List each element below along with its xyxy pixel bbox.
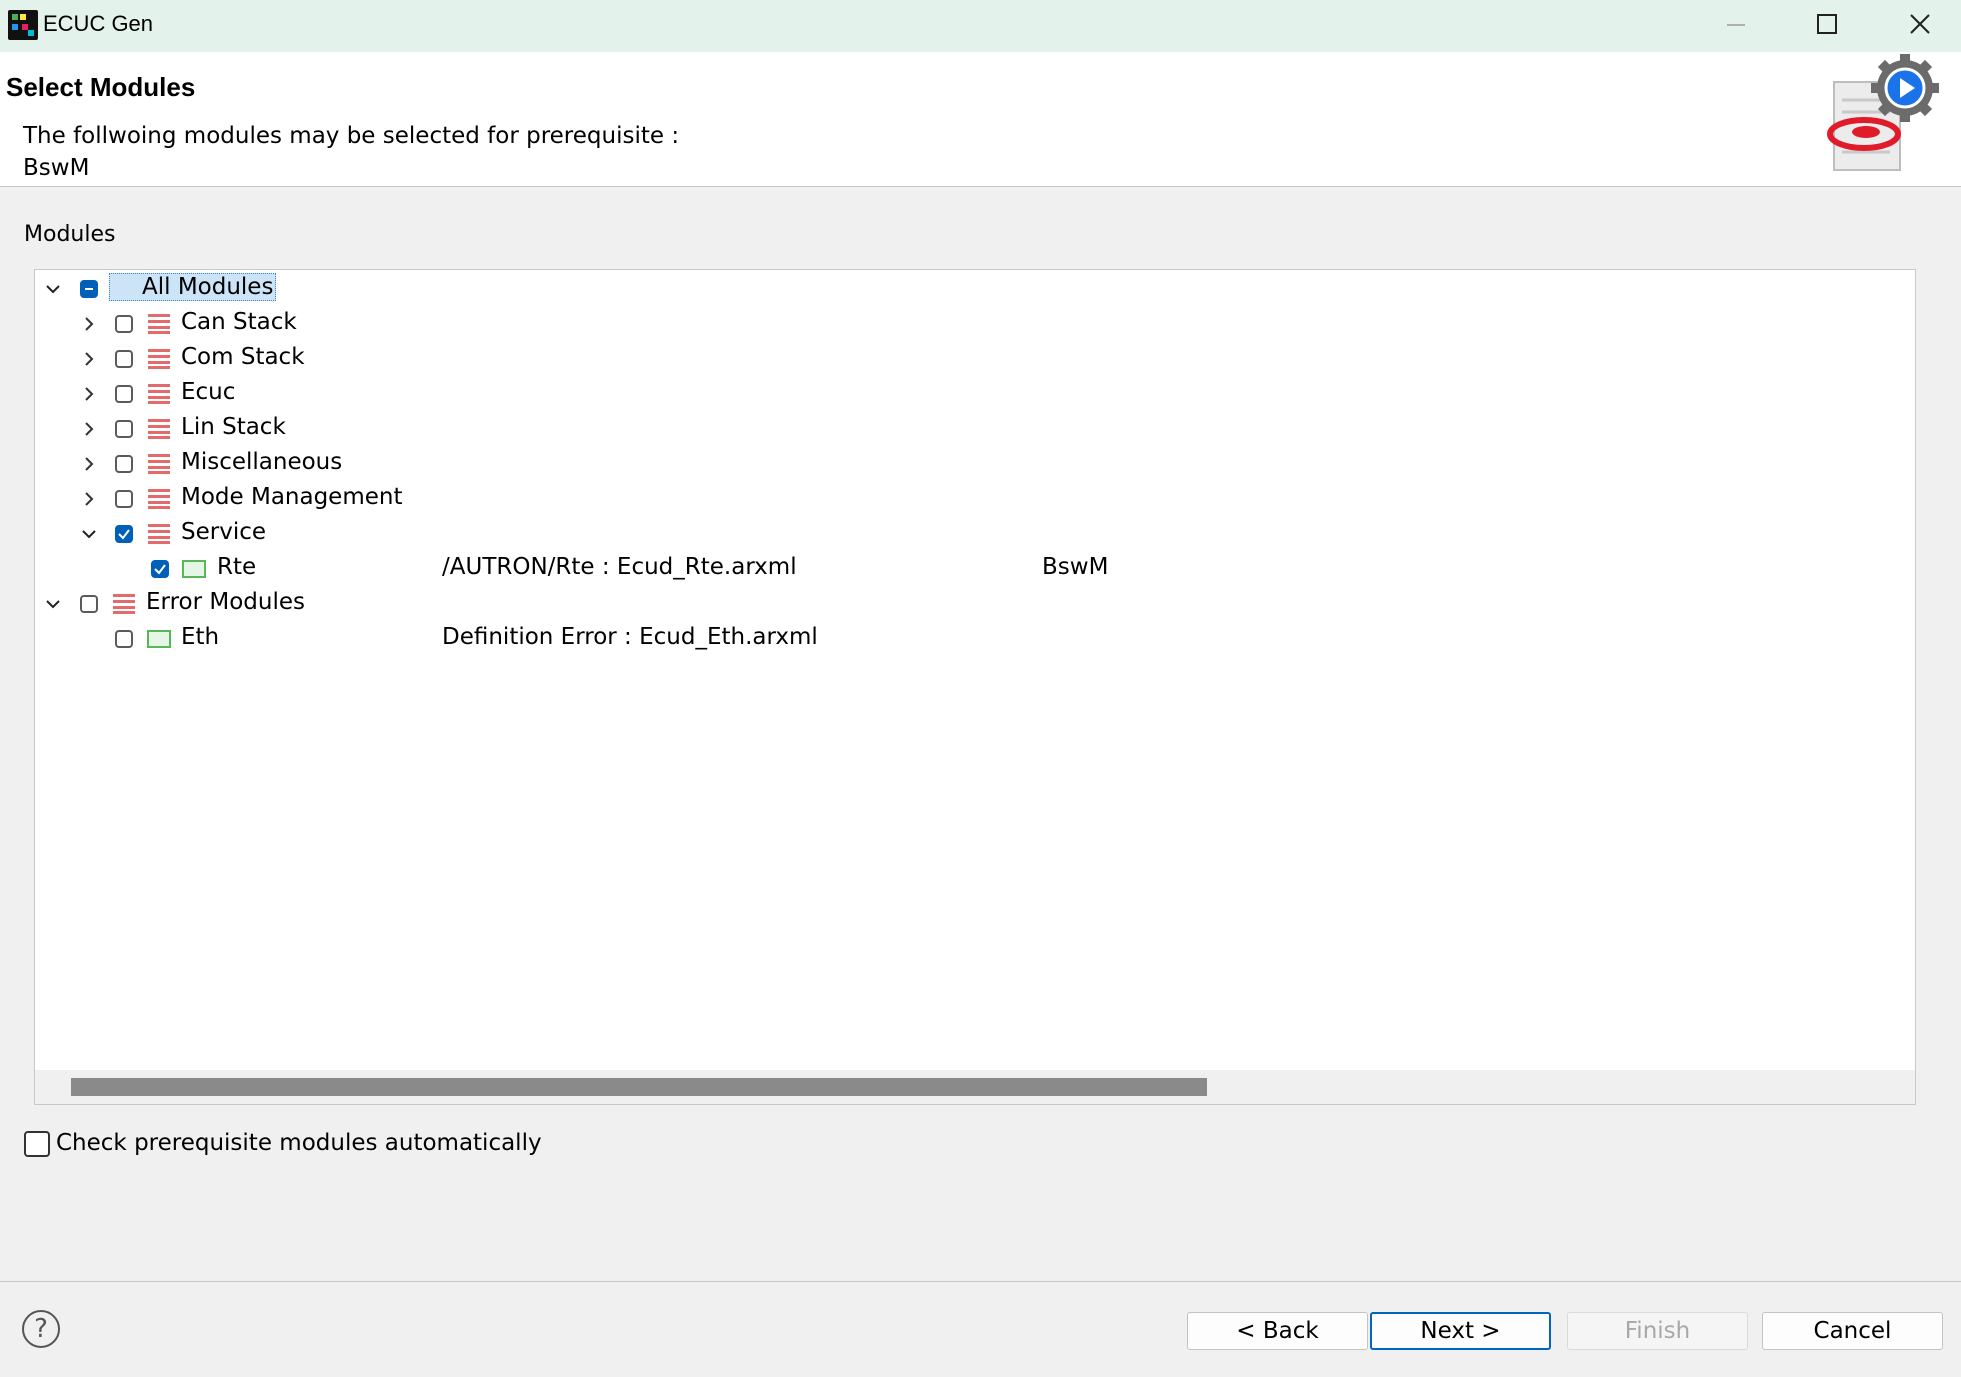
close-icon: [1910, 14, 1930, 34]
tree-label: Eth: [181, 624, 220, 650]
module-path: Definition Error : Ecud_Eth.arxml: [442, 624, 818, 650]
chevron-right-icon[interactable]: [80, 420, 98, 438]
auto-check-checkbox[interactable]: [24, 1131, 50, 1157]
folder-icon: [148, 314, 170, 334]
tree-checkbox-mode-management[interactable]: [115, 490, 133, 508]
tree-label: Miscellaneous: [181, 449, 343, 475]
tree-label: Can Stack: [181, 309, 297, 335]
finish-button[interactable]: Finish: [1567, 1312, 1748, 1350]
tree-node-mode-management[interactable]: Mode Management: [35, 482, 1915, 517]
tree-checkbox-rte[interactable]: [151, 560, 169, 578]
chevron-down-icon[interactable]: [44, 595, 62, 613]
module-path: /AUTRON/Rte : Ecud_Rte.arxml: [442, 554, 797, 580]
tree-checkbox-all-modules[interactable]: [80, 280, 98, 298]
next-button[interactable]: Next >: [1370, 1312, 1551, 1350]
maximize-button[interactable]: [1797, 0, 1857, 48]
chevron-down-icon[interactable]: [44, 280, 62, 298]
folder-icon: [148, 349, 170, 369]
tree-node-eth[interactable]: Eth Definition Error : Ecud_Eth.arxml: [35, 622, 1915, 657]
tree-node-com-stack[interactable]: Com Stack: [35, 342, 1915, 377]
folder-icon: [148, 489, 170, 509]
wizard-gear-icon: [1827, 54, 1939, 171]
tree-checkbox-eth[interactable]: [115, 630, 133, 648]
minimize-icon: [1727, 24, 1745, 26]
partial-check-icon: [85, 288, 93, 290]
checkmark-icon: [154, 564, 166, 575]
tree-label: Com Stack: [181, 344, 305, 370]
help-button[interactable]: ?: [22, 1310, 60, 1348]
chevron-right-icon[interactable]: [80, 490, 98, 508]
tree-node-miscellaneous[interactable]: Miscellaneous: [35, 447, 1915, 482]
tree-label: Lin Stack: [181, 414, 286, 440]
tree-node-rte[interactable]: Rte /AUTRON/Rte : Ecud_Rte.arxml BswM: [35, 552, 1915, 587]
chevron-right-icon[interactable]: [80, 455, 98, 473]
tree-label: Error Modules: [146, 589, 305, 615]
wizard-header: Select Modules The follwoing modules may…: [0, 52, 1961, 187]
header-description: The follwoing modules may be selected fo…: [23, 123, 680, 149]
chevron-right-icon[interactable]: [80, 350, 98, 368]
tree-checkbox-can-stack[interactable]: [115, 315, 133, 333]
tree-node-error-modules[interactable]: Error Modules: [35, 587, 1915, 622]
tree-checkbox-com-stack[interactable]: [115, 350, 133, 368]
back-button[interactable]: < Back: [1187, 1312, 1368, 1350]
modules-group-label: Modules: [24, 222, 116, 247]
tree-node-service[interactable]: Service: [35, 517, 1915, 552]
tree-node-lin-stack[interactable]: Lin Stack: [35, 412, 1915, 447]
tree-label: Mode Management: [181, 484, 403, 510]
chevron-down-icon[interactable]: [80, 525, 98, 543]
app-icon: [8, 10, 38, 40]
page-title: Select Modules: [6, 72, 196, 102]
tree-label: Rte: [217, 554, 257, 580]
scrollbar-thumb[interactable]: [71, 1078, 1207, 1096]
modules-tree[interactable]: All Modules Can Stack Com Stack Ecuc Lin…: [34, 269, 1916, 1105]
chevron-right-icon[interactable]: [80, 385, 98, 403]
chevron-right-icon[interactable]: [80, 315, 98, 333]
tree-node-can-stack[interactable]: Can Stack: [35, 307, 1915, 342]
tree-label: Ecuc: [181, 379, 236, 405]
header-module-name: BswM: [23, 155, 90, 181]
folder-icon: [148, 454, 170, 474]
horizontal-scrollbar[interactable]: [35, 1070, 1915, 1104]
maximize-icon: [1817, 14, 1837, 34]
folder-icon: [148, 524, 170, 544]
footer-divider: [0, 1281, 1961, 1282]
help-icon: ?: [34, 1314, 48, 1344]
module-icon: [147, 630, 171, 648]
tree-node-ecuc[interactable]: Ecuc: [35, 377, 1915, 412]
cancel-button[interactable]: Cancel: [1762, 1312, 1943, 1350]
folder-icon: [113, 594, 135, 614]
window-title: ECUC Gen: [43, 11, 154, 36]
folder-icon: [148, 419, 170, 439]
folder-icon: [148, 384, 170, 404]
auto-check-label[interactable]: Check prerequisite modules automatically: [56, 1130, 542, 1156]
module-icon: [182, 560, 206, 578]
tree-checkbox-miscellaneous[interactable]: [115, 455, 133, 473]
tree-checkbox-error-modules[interactable]: [80, 595, 98, 613]
checkmark-icon: [118, 529, 130, 540]
title-bar: ECUC Gen: [0, 0, 1961, 52]
tree-label: Service: [181, 519, 267, 545]
minimize-button[interactable]: [1706, 0, 1766, 48]
tree-checkbox-ecuc[interactable]: [115, 385, 133, 403]
close-button[interactable]: [1890, 0, 1950, 48]
tree-checkbox-service[interactable]: [115, 525, 133, 543]
tree-node-all-modules[interactable]: All Modules: [35, 272, 1915, 307]
tree-checkbox-lin-stack[interactable]: [115, 420, 133, 438]
tree-label: All Modules: [109, 273, 277, 301]
module-required-by: BswM: [1042, 554, 1109, 580]
